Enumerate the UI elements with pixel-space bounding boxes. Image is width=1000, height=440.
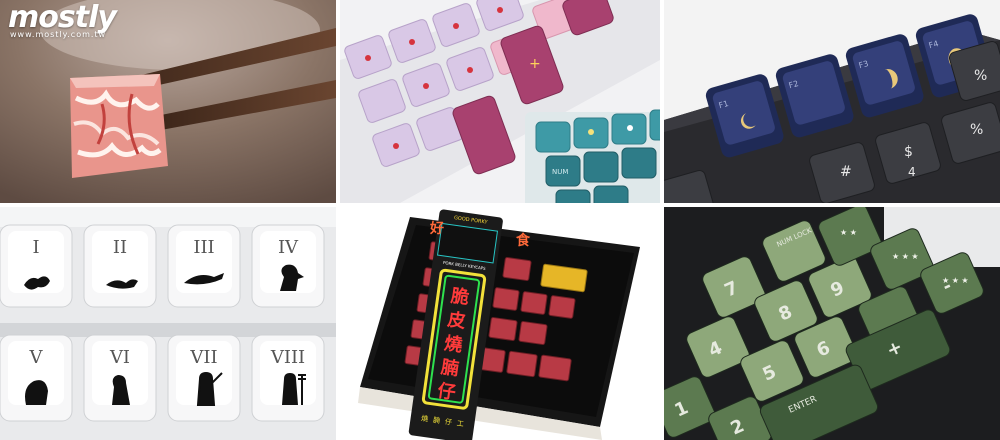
svg-text:%: % — [974, 68, 987, 84]
numeral-8: VIII — [270, 347, 305, 368]
sleeve-bottom-2: 腩 — [432, 415, 440, 425]
sleeve-title-3: 燒 — [443, 332, 464, 356]
sleeve-title-4: 腩 — [440, 356, 461, 380]
numeral-2: II — [113, 237, 127, 258]
collage: + NUM F1 F2 F3 F4 # $ 4 % % I II III IV … — [0, 0, 1000, 440]
svg-text:4: 4 — [908, 165, 916, 179]
mostly-logo: mostly www.mostly.com.tw — [8, 2, 117, 40]
sleeve-title-2: 皮 — [446, 308, 467, 332]
numeral-5: V — [29, 347, 44, 368]
numeral-3: III — [193, 237, 214, 258]
svg-text:%: % — [970, 122, 983, 138]
evolution-keycaps-illustration: I II III IV V VI VII VIII — [0, 207, 336, 440]
pastel-keyboard-illustration: + NUM — [340, 0, 660, 203]
sleeve-bottom-4: 工 — [456, 419, 464, 428]
svg-text:#: # — [840, 164, 852, 180]
numeral-1: I — [32, 237, 39, 258]
sleeve-title-5: 仔 — [436, 380, 457, 404]
sleeve-bottom-1: 燒 — [421, 413, 429, 423]
pork-belly-keycaps-photo: GOOD PORKY PORK BELLY KEYCAPS 脆 皮 燒 腩 仔 … — [340, 207, 660, 440]
numeral-4: IV — [278, 237, 299, 258]
green-numpad-illustration: 7 8 9 4 5 6 1 2 + - NUM LOCK ENTER ★ ★ ★… — [664, 207, 1000, 440]
numpad-num-label: NUM — [552, 168, 568, 176]
svg-text:$: $ — [904, 144, 913, 160]
pork-belly-box-illustration: GOOD PORKY PORK BELLY KEYCAPS 脆 皮 燒 腩 仔 … — [340, 207, 660, 440]
numeral-7: VII — [189, 347, 217, 368]
evolution-keycaps-photo: I II III IV V VI VII VIII — [0, 207, 336, 440]
moon-phase-keycaps-photo: F1 F2 F3 F4 # $ 4 % % — [664, 0, 1000, 203]
sleeve-title-1: 脆 — [449, 284, 471, 308]
svg-text:★ ★ ★: ★ ★ ★ — [942, 276, 969, 285]
sleeve-side-right: 食 — [516, 232, 531, 249]
sleeve-side-left: 好 — [429, 220, 444, 237]
svg-text:★ ★ ★: ★ ★ ★ — [892, 252, 919, 261]
pastel-keyboard-photo: + NUM — [340, 0, 660, 203]
numeral-6: VI — [109, 347, 130, 368]
svg-text:+: + — [529, 56, 541, 72]
svg-text:★ ★: ★ ★ — [840, 228, 857, 237]
green-numpad-photo: 7 8 9 4 5 6 1 2 + - NUM LOCK ENTER ★ ★ ★… — [664, 207, 1000, 440]
logo-url: www.mostly.com.tw — [10, 30, 107, 39]
moon-keyboard-illustration: F1 F2 F3 F4 # $ 4 % % — [664, 0, 1000, 203]
sleeve-bottom-3: 仔 — [444, 417, 452, 427]
